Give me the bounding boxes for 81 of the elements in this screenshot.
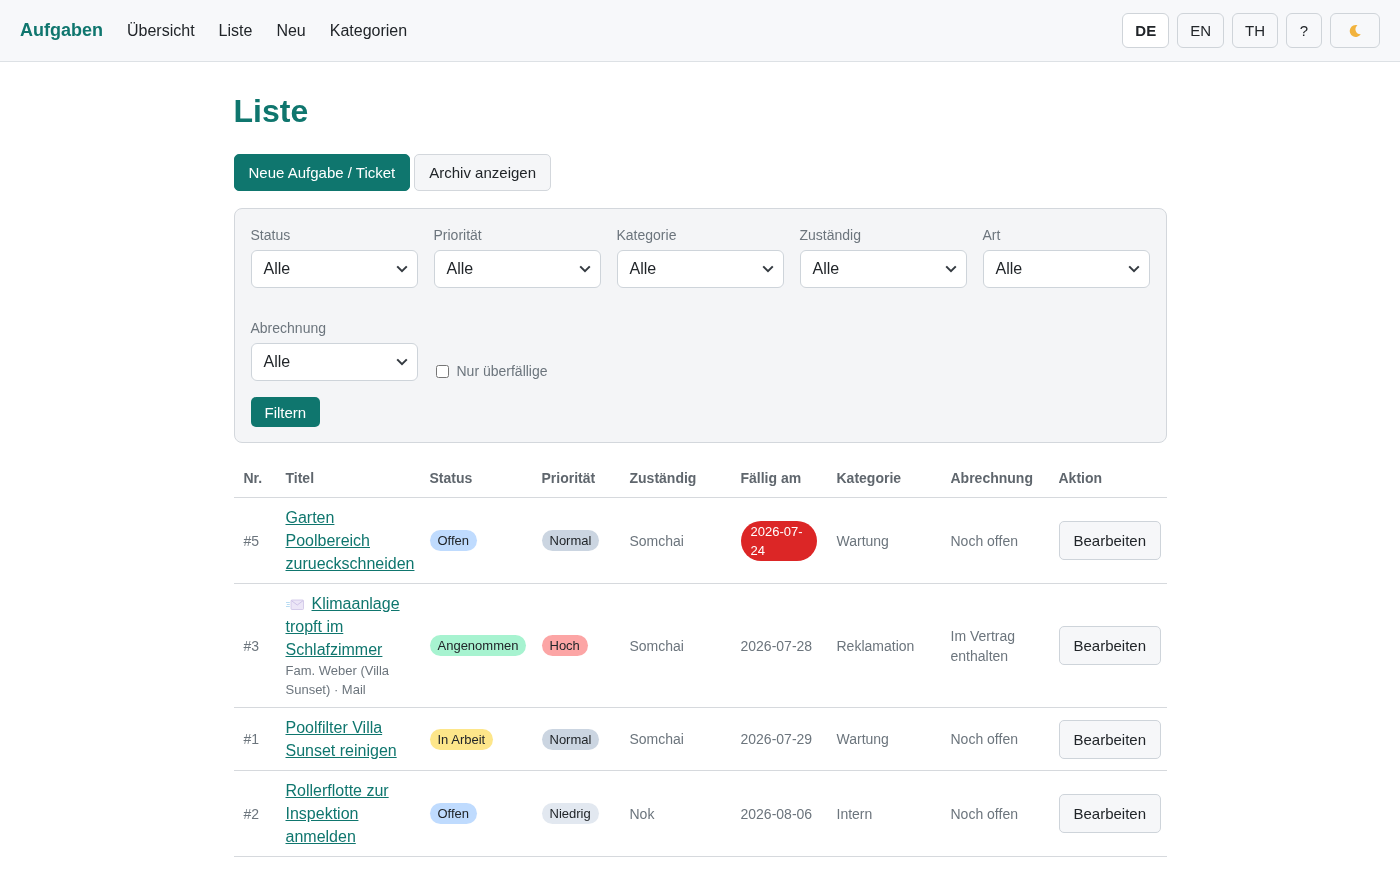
status-badge: In Arbeit — [429, 728, 494, 750]
table-cell: Intern — [826, 770, 941, 857]
theme-toggle-button[interactable] — [1330, 13, 1380, 48]
edit-button[interactable]: Bearbeiten — [1058, 521, 1162, 560]
page-title: Liste — [233, 92, 310, 130]
column-header: Abrechnung — [940, 458, 1049, 498]
due-date: 2026-07-28 — [740, 637, 813, 654]
filter-select[interactable]: Alle — [433, 250, 601, 288]
column-header: Titel — [275, 458, 420, 498]
row-number: #5 — [233, 497, 276, 584]
table-cell: Nok — [619, 770, 731, 857]
filter-select[interactable]: Alle — [250, 343, 418, 381]
table-cell: Reklamation — [826, 583, 941, 708]
table-cell: Somchai — [619, 707, 731, 771]
moon-icon — [1348, 23, 1362, 38]
new-task-button[interactable]: Neue Aufgabe / Ticket — [233, 154, 411, 191]
status-badge: Angenommen — [429, 635, 527, 656]
table-cell: Wartung — [826, 497, 941, 584]
column-header: Fällig am — [730, 458, 827, 498]
filter-button[interactable]: Filtern — [250, 397, 321, 427]
table-cell: Somchai — [619, 583, 731, 708]
checkbox-label: Nur überfällige — [456, 363, 548, 379]
task-title-link[interactable]: Garten Poolbereich zurueckschneiden — [285, 506, 419, 575]
language-button[interactable]: DE — [1122, 13, 1170, 48]
priority-badge: Hoch — [541, 635, 588, 656]
filter-label: Art — [982, 227, 1002, 244]
nav-link[interactable]: Übersicht — [127, 21, 195, 40]
row-number: #1 — [233, 707, 276, 771]
chevron-down-icon — [944, 265, 957, 273]
priority-badge: Normal — [541, 728, 600, 750]
chevron-down-icon — [395, 358, 408, 366]
archive-button[interactable]: Archiv anzeigen — [414, 154, 551, 191]
overdue-date-badge: 2026-07-24 — [740, 520, 817, 561]
table-cell: Wartung — [826, 707, 941, 771]
task-title-link[interactable]: Poolfilter Villa Sunset reinigen — [285, 716, 419, 762]
nav-link[interactable]: Neu — [276, 21, 306, 40]
status-badge: Offen — [429, 803, 478, 824]
table-cell: Noch offen — [940, 707, 1049, 771]
task-source-text: Fam. Weber (Villa Sunset) · Mail — [285, 662, 391, 699]
help-button[interactable]: ? — [1286, 13, 1322, 48]
task-title-link[interactable]: Rollerflotte zur Inspektion anmelden — [285, 779, 419, 848]
overdue-checkbox[interactable] — [435, 364, 449, 378]
column-header: Aktion — [1048, 458, 1167, 498]
status-badge: Offen — [429, 530, 478, 551]
table-cell: Noch offen — [940, 770, 1049, 857]
table-cell: Noch offen — [940, 497, 1049, 584]
filter-label: Kategorie — [616, 227, 678, 244]
nav-link[interactable]: Liste — [218, 21, 253, 40]
row-number: #3 — [233, 583, 276, 708]
filter-select[interactable]: Alle — [799, 250, 967, 288]
row-number: #2 — [233, 770, 276, 857]
column-header: Priorität — [531, 458, 620, 498]
chevron-down-icon — [761, 265, 774, 273]
due-date: 2026-08-06 — [740, 805, 813, 822]
column-header: Status — [419, 458, 532, 498]
due-date: 2026-07-29 — [740, 731, 813, 747]
column-header: Zuständig — [619, 458, 731, 498]
filter-select[interactable]: Alle — [250, 250, 418, 288]
chevron-down-icon — [1127, 265, 1140, 273]
language-button[interactable]: TH — [1232, 13, 1278, 48]
table-cell: Im Vertrag enthalten — [940, 583, 1049, 708]
chevron-down-icon — [395, 265, 408, 273]
filter-label: Priorität — [433, 227, 483, 244]
language-button[interactable]: EN — [1177, 13, 1224, 48]
edit-button[interactable]: Bearbeiten — [1058, 719, 1162, 759]
column-header: Nr. — [233, 458, 276, 498]
filter-label: Zuständig — [799, 227, 862, 244]
edit-button[interactable]: Bearbeiten — [1058, 794, 1162, 833]
table-cell: Somchai — [619, 497, 731, 584]
filter-select[interactable]: Alle — [982, 250, 1150, 288]
priority-badge: Normal — [541, 530, 600, 551]
column-header: Kategorie — [826, 458, 941, 498]
nav-link[interactable]: Kategorien — [329, 21, 408, 40]
priority-badge: Niedrig — [541, 803, 599, 824]
filter-label: Status — [250, 227, 292, 244]
filter-label: Abrechnung — [250, 320, 327, 337]
task-title-link[interactable]: Klimaanlage tropft im Schlafzimmer — [285, 592, 419, 661]
chevron-down-icon — [578, 265, 591, 273]
brand-link[interactable]: Aufgaben — [20, 20, 103, 41]
filter-select[interactable]: Alle — [616, 250, 784, 288]
edit-button[interactable]: Bearbeiten — [1058, 626, 1162, 665]
